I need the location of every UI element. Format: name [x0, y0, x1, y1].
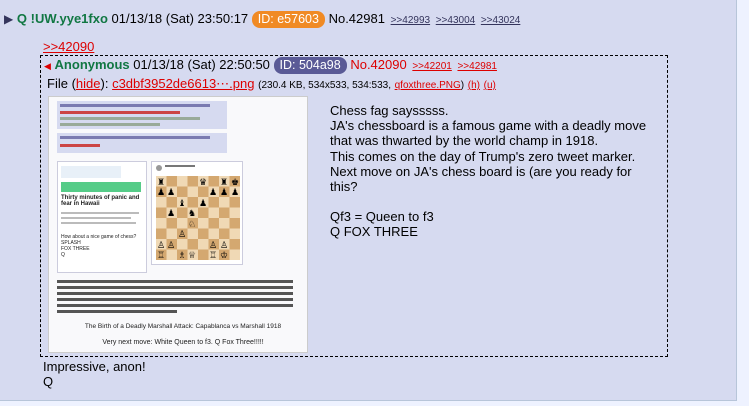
- reply-post: ▶ Q !UW.yye1fxo 01/13/18 (Sat) 23:50:17 …: [0, 0, 737, 401]
- quote-link[interactable]: >>42090: [43, 39, 94, 54]
- svg-text:♙: ♙: [220, 241, 228, 251]
- inline-post-datetime: 01/13/18 (Sat) 22:50:50: [133, 57, 270, 72]
- tripcode: !UW.yye1fxo: [30, 11, 108, 26]
- svg-text:♜: ♜: [157, 178, 165, 188]
- body-line: This comes on the day of Trump's zero tw…: [330, 148, 636, 164]
- body-line: [330, 194, 650, 209]
- body-line: Qf3 = Queen to f3: [330, 209, 434, 225]
- inline-post-header: ◀ Anonymous 01/13/18 (Sat) 22:50:50 ID: …: [44, 57, 497, 74]
- inline-backlink-2[interactable]: >>42981: [457, 61, 497, 72]
- thumb-tweet-headline: Thirty minutes of panic and fear in Hawa…: [61, 195, 140, 207]
- original-filename-link[interactable]: qfoxthree.PNG: [395, 80, 461, 91]
- thumb-tweet-note: How about a nice game of chess? SPLASH F…: [61, 234, 137, 258]
- collapse-arrow-icon[interactable]: ◀: [44, 61, 51, 71]
- inline-post-number[interactable]: No.42090: [350, 57, 406, 72]
- svg-text:♙: ♙: [167, 241, 175, 251]
- file-label: File: [47, 76, 68, 91]
- svg-text:♜: ♜: [220, 178, 228, 188]
- svg-text:♖: ♖: [157, 251, 165, 261]
- thumb-move-notation: [57, 277, 297, 319]
- svg-text:♝: ♝: [178, 199, 186, 209]
- thumb-chess-card: ♜ ♛ ♜ ♚ ♟ ♟ ♟ ♟ ♟ ♝ ♟ ♟ ♞ ♘ ♙ ♙ ♙ ♙ ♙ ♖ ♗ ♕ ♖ ♔: [151, 161, 243, 265]
- inline-post-body: Chess fag saysssss. JA's chessboard is a…: [330, 103, 650, 240]
- inline-poster-name: Anonymous: [54, 57, 130, 72]
- svg-text:♟: ♟: [220, 188, 228, 198]
- thumb-tweet-card: Thirty minutes of panic and fear in Hawa…: [57, 161, 147, 273]
- body-line: Chess fag saysssss.: [330, 103, 449, 118]
- hide-link[interactable]: hide: [76, 76, 101, 91]
- u-link[interactable]: (u): [484, 80, 496, 91]
- body-line: Next move on JA's chess board is (are yo…: [330, 163, 632, 195]
- inline-quoted-post: ◀ Anonymous 01/13/18 (Sat) 22:50:50 ID: …: [40, 55, 668, 357]
- body-line: Q FOX THREE: [330, 224, 418, 240]
- poster-name: Q: [16, 11, 27, 26]
- reply-line: Q: [43, 374, 54, 389]
- svg-text:♕: ♕: [188, 251, 196, 261]
- chessboard-image: ♜ ♛ ♜ ♚ ♟ ♟ ♟ ♟ ♟ ♝ ♟ ♟ ♞ ♘♙ ♙ ♙ ♙ ♙ ♖ ♗ ♕ ♖ ♔: [152, 162, 242, 261]
- post-header: ▶ Q !UW.yye1fxo 01/13/18 (Sat) 23:50:17 …: [4, 11, 520, 28]
- thumb-caption: The Birth of a Deadly Marshall Attack: C…: [84, 323, 282, 330]
- svg-text:♙: ♙: [157, 241, 165, 251]
- svg-text:♔: ♔: [220, 251, 228, 261]
- poster-id-badge[interactable]: ID: e57603: [251, 11, 325, 28]
- file-name-link[interactable]: c3dbf3952de6613⋯.png: [112, 76, 254, 91]
- inline-backlink-1[interactable]: >>42201: [412, 61, 452, 72]
- svg-text:♛: ♛: [199, 178, 207, 188]
- svg-text:♙: ♙: [178, 230, 186, 240]
- h-link[interactable]: (h): [468, 80, 480, 91]
- inline-poster-id-badge[interactable]: ID: 504a98: [273, 57, 347, 74]
- thumb-post-2: [57, 133, 227, 153]
- post-number[interactable]: No.42981: [329, 11, 385, 26]
- svg-text:♘: ♘: [188, 220, 196, 230]
- backlink-2[interactable]: >>43004: [436, 15, 476, 26]
- reply-body: Impressive, anon! Q: [43, 359, 146, 389]
- reply-line: Impressive, anon!: [43, 359, 146, 374]
- svg-text:♖: ♖: [209, 251, 217, 261]
- svg-text:♗: ♗: [178, 251, 186, 261]
- svg-text:♟: ♟: [231, 188, 239, 198]
- svg-text:♚: ♚: [231, 178, 239, 188]
- post-datetime: 01/13/18 (Sat) 23:50:17: [111, 11, 249, 26]
- thumb-footer: Very next move: White Queen to f3. Q Fox…: [102, 339, 264, 346]
- svg-text:♙: ♙: [209, 241, 217, 251]
- image-thumbnail[interactable]: Thirty minutes of panic and fear in Hawa…: [48, 96, 308, 353]
- backlink-3[interactable]: >>43024: [481, 15, 521, 26]
- svg-text:♟: ♟: [167, 209, 175, 219]
- file-meta: (230.4 KB, 534x533, 534:533,: [258, 80, 391, 91]
- svg-text:♟: ♟: [209, 188, 217, 198]
- body-line: JA's chessboard is a famous game with a …: [330, 118, 647, 149]
- backlink-1[interactable]: >>42993: [391, 15, 431, 26]
- svg-text:♟: ♟: [167, 188, 175, 198]
- svg-text:♟: ♟: [157, 188, 165, 198]
- expand-arrow-icon[interactable]: ▶: [4, 12, 13, 26]
- file-info: File (hide): c3dbf3952de6613⋯.png (230.4…: [47, 76, 496, 91]
- svg-text:♞: ♞: [188, 209, 196, 219]
- svg-text:♟: ♟: [199, 199, 207, 209]
- thumb-post-1: [57, 101, 227, 129]
